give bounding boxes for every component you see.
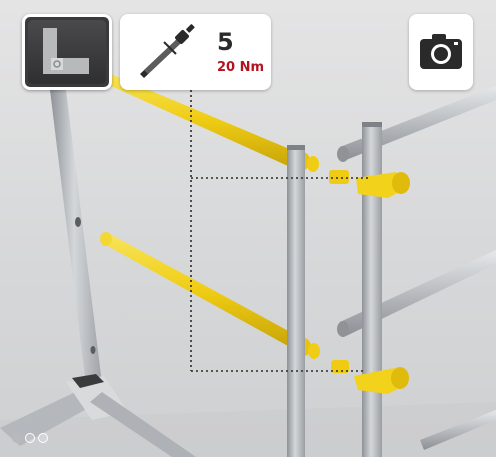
page-dot-3[interactable] xyxy=(38,433,48,443)
camera-icon xyxy=(420,34,462,69)
page-dot-1[interactable] xyxy=(12,433,22,443)
gray-rail-lower xyxy=(337,250,496,337)
center-post xyxy=(287,145,305,457)
page-dot-2[interactable] xyxy=(25,433,35,443)
gray-rail-upper xyxy=(337,86,496,162)
page-indicator xyxy=(12,433,48,443)
corner-bracket-icon xyxy=(43,28,89,74)
torque-wrench-icon xyxy=(140,24,195,78)
assembly-viewer: 5 20 Nm xyxy=(0,0,496,457)
step-component-button[interactable] xyxy=(22,14,112,90)
camera-button[interactable] xyxy=(409,14,473,90)
right-post xyxy=(362,122,382,457)
tool-quantity: 5 xyxy=(217,28,234,56)
torque-value: 20 Nm xyxy=(217,60,265,75)
left-frame-post xyxy=(50,90,104,402)
tool-info-button[interactable]: 5 20 Nm xyxy=(120,14,271,90)
